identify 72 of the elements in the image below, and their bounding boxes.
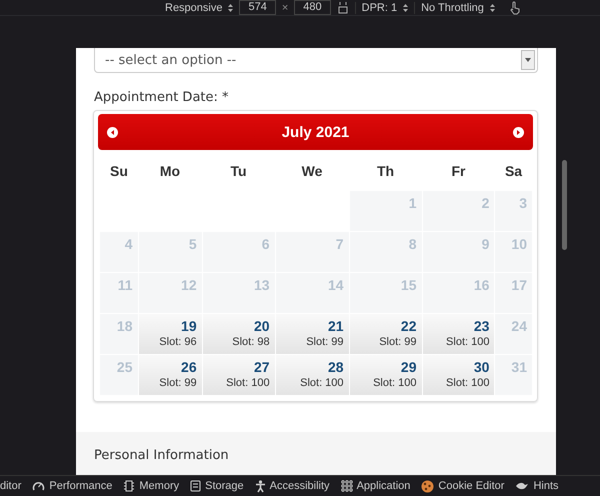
day-cell: 5 [138,232,202,272]
height-field[interactable]: 480 [294,0,331,15]
next-month-icon[interactable] [513,126,524,138]
devtools-tab[interactable]: Memory [119,480,184,492]
devtools-tab[interactable]: Accessibility [250,480,334,492]
day-cell: 18 [100,314,138,354]
person-icon [254,480,266,492]
day-cell[interactable]: 30 Slot: 100 [422,355,494,395]
dropdown-arrows-icon [228,4,234,12]
dropdown-arrows-icon [403,4,408,12]
day-cell[interactable]: 20 Slot: 98 [202,314,275,354]
devtools-tab[interactable]: Storage [186,480,248,492]
day-cell: 3 [495,191,532,231]
day-cell[interactable]: 23 Slot: 100 [422,314,494,354]
touch-icon[interactable] [508,0,521,14]
gauge-icon [32,480,46,492]
day-cell: 11 [100,273,138,313]
day-cell: 6 [202,232,275,272]
device-dropdown[interactable]: Responsive [165,2,222,14]
day-cell: 2 [422,191,494,231]
throttling-dropdown[interactable]: No Throttling [414,2,484,14]
day-cell[interactable]: 29 Slot: 100 [350,355,422,395]
devtools-tab[interactable]: Performance [28,480,116,492]
width-field[interactable]: 574 [239,0,276,15]
day-cell: 10 [495,232,532,272]
dpr-dropdown[interactable]: DPR: 1 [354,2,398,14]
day-cell: 17 [495,273,532,313]
weekday-label: Th [376,162,396,178]
day-cell: 12 [138,273,202,313]
day-cell: 1 [350,191,422,231]
weekday-label: Fr [450,162,466,178]
day-cell: 4 [100,232,138,272]
dropdown-arrows-icon [490,4,495,12]
day-cell: 8 [350,232,422,272]
chip-icon [123,480,136,492]
weekday-label: Tu [229,162,248,178]
devtools-tab[interactable]: Application [336,480,414,492]
times-sign: × [282,2,288,14]
weekday-label: Sa [504,162,524,178]
select-field[interactable]: -- select an option -- [94,48,538,73]
day-cell: 16 [422,273,494,313]
month-title: July 2021 [282,124,350,140]
storage-icon [190,480,202,492]
day-cell[interactable]: 22 Slot: 99 [350,314,422,354]
bird-icon [515,481,530,491]
devtools-tab[interactable]: Cookie Editor [417,480,508,492]
day-cell: 7 [276,232,349,272]
devtools-tab[interactable]: ditor [0,480,26,492]
day-cell[interactable]: 26 Slot: 99 [138,355,202,395]
caret-icon [521,50,535,70]
day-cell: 31 [495,355,532,395]
devtools-tab[interactable]: Hints [511,480,562,492]
day-cell[interactable]: 28 Slot: 100 [276,355,349,395]
field-label: Appointment Date: * [94,90,230,105]
weekday-label: Su [109,162,129,178]
cookie-icon [421,480,434,492]
day-cell: 13 [202,273,275,313]
previous-month-icon[interactable] [107,126,118,138]
day-cell: 14 [276,273,349,313]
day-cell: 9 [422,232,494,272]
grid-icon [340,480,353,492]
rotate-icon[interactable] [336,1,349,14]
day-cell: 15 [350,273,422,313]
weekday-label: Mo [158,162,182,178]
day-cell: 25 [100,355,138,395]
day-cell[interactable]: 21 Slot: 99 [276,314,349,354]
day-cell[interactable]: 19 Slot: 96 [138,314,202,354]
section-title: Personal Information [94,448,229,463]
day-cell[interactable]: 27 Slot: 100 [202,355,275,395]
scrollbar-thumb[interactable] [562,160,567,250]
day-cell: 24 [495,314,532,354]
weekday-label: We [300,162,324,178]
